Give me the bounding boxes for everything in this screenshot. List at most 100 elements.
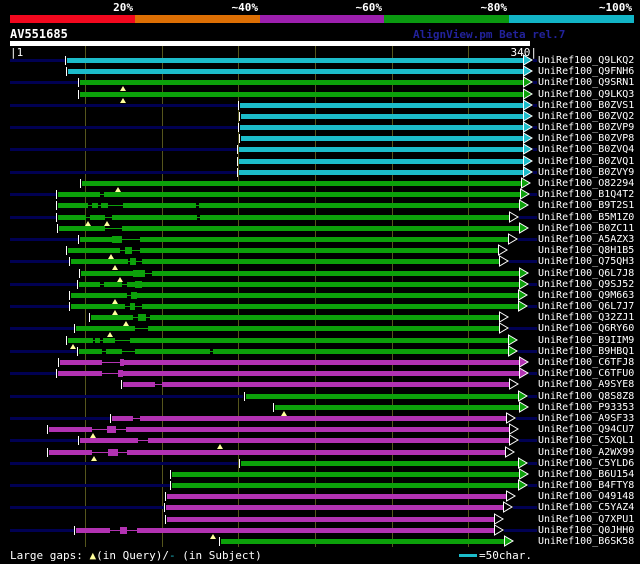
hit-label[interactable]: UniRef100_P93353 bbox=[538, 402, 634, 413]
alignment-bar-segment[interactable] bbox=[130, 338, 508, 343]
hit-label[interactable]: UniRef100_B0ZVS1 bbox=[538, 100, 634, 111]
alignment-bar-segment[interactable] bbox=[213, 349, 508, 354]
hit-label[interactable]: UniRef100_Q0JHH0 bbox=[538, 525, 634, 536]
alignment-bar-segment[interactable] bbox=[142, 282, 519, 287]
alignment-bar-segment[interactable] bbox=[49, 450, 92, 455]
alignment-bar-segment[interactable] bbox=[102, 362, 120, 363]
alignment-bar-segment[interactable] bbox=[90, 215, 105, 220]
hit-label[interactable]: UniRef100_Q9FNH6 bbox=[538, 66, 634, 77]
alignment-bar-segment[interactable] bbox=[112, 416, 133, 421]
hit-label[interactable]: UniRef100_O82294 bbox=[538, 178, 634, 189]
alignment-bar-segment[interactable] bbox=[246, 394, 518, 399]
alignment-bar-segment[interactable] bbox=[239, 147, 523, 152]
hit-label[interactable]: UniRef100_Q7XPU1 bbox=[538, 514, 634, 525]
alignment-bar-segment[interactable] bbox=[103, 338, 115, 343]
alignment-bar-segment[interactable] bbox=[166, 505, 503, 510]
hit-label[interactable]: UniRef100_B9IIM9 bbox=[538, 335, 634, 346]
alignment-bar-segment[interactable] bbox=[49, 427, 92, 432]
alignment-bar-segment[interactable] bbox=[110, 530, 120, 531]
alignment-bar-segment[interactable] bbox=[127, 282, 135, 287]
hit-label[interactable]: UniRef100_Q94CU7 bbox=[538, 424, 634, 435]
alignment-bar-segment[interactable] bbox=[138, 440, 148, 441]
alignment-bar-segment[interactable] bbox=[81, 271, 133, 276]
alignment-bar-segment[interactable] bbox=[107, 426, 116, 433]
hit-label[interactable]: UniRef100_B0ZVQ4 bbox=[538, 144, 634, 155]
hit-label[interactable]: UniRef100_B0ZVP9 bbox=[538, 122, 634, 133]
alignment-bar-segment[interactable] bbox=[137, 293, 518, 298]
alignment-bar-segment[interactable] bbox=[123, 382, 155, 387]
alignment-bar-segment[interactable] bbox=[239, 159, 523, 164]
alignment-bar-segment[interactable] bbox=[172, 483, 518, 488]
hit-label[interactable]: UniRef100_A2WX99 bbox=[538, 447, 634, 458]
alignment-bar-segment[interactable] bbox=[58, 371, 102, 376]
hit-label[interactable]: UniRef100_B9HBQ1 bbox=[538, 346, 634, 357]
hit-label[interactable]: UniRef100_Q32ZJ1 bbox=[538, 312, 634, 323]
alignment-bar-segment[interactable] bbox=[241, 136, 523, 141]
hit-label[interactable]: UniRef100_Q9LKQ2 bbox=[538, 55, 634, 66]
hit-label[interactable]: UniRef100_B6U154 bbox=[538, 469, 634, 480]
alignment-bar-segment[interactable] bbox=[240, 125, 523, 130]
alignment-bar-segment[interactable] bbox=[58, 215, 86, 220]
alignment-bar-segment[interactable] bbox=[135, 281, 142, 288]
hit-label[interactable]: UniRef100_B0ZVP8 bbox=[538, 133, 634, 144]
hit-label[interactable]: UniRef100_B0ZVQ2 bbox=[538, 111, 634, 122]
alignment-bar-segment[interactable] bbox=[120, 527, 127, 534]
hit-label[interactable]: UniRef100_Q9SJ52 bbox=[538, 279, 634, 290]
alignment-bar-segment[interactable] bbox=[127, 450, 505, 455]
alignment-bar-segment[interactable] bbox=[108, 205, 123, 206]
alignment-bar-segment[interactable] bbox=[145, 273, 152, 274]
alignment-bar-segment[interactable] bbox=[140, 416, 506, 421]
alignment-bar-segment[interactable] bbox=[105, 217, 112, 218]
alignment-bar-segment[interactable] bbox=[148, 326, 499, 331]
alignment-bar-segment[interactable] bbox=[155, 384, 162, 385]
alignment-bar-segment[interactable] bbox=[80, 92, 523, 97]
hit-label[interactable]: UniRef100_Q9SRN1 bbox=[538, 77, 634, 88]
hit-label[interactable]: UniRef100_B5M1Z0 bbox=[538, 212, 634, 223]
alignment-bar-segment[interactable] bbox=[140, 248, 498, 253]
hit-label[interactable]: UniRef100_B1Q4T2 bbox=[538, 189, 634, 200]
alignment-bar-segment[interactable] bbox=[60, 360, 102, 365]
alignment-bar-segment[interactable] bbox=[127, 530, 137, 531]
alignment-bar-segment[interactable] bbox=[148, 438, 509, 443]
hit-label[interactable]: UniRef100_B0ZVY9 bbox=[538, 167, 634, 178]
hit-label[interactable]: UniRef100_C5YAZ4 bbox=[538, 502, 634, 513]
alignment-bar-segment[interactable] bbox=[102, 373, 118, 374]
alignment-bar-segment[interactable] bbox=[112, 215, 197, 220]
hit-label[interactable]: UniRef100_A5AZX3 bbox=[538, 234, 634, 245]
alignment-bar-segment[interactable] bbox=[80, 237, 112, 242]
hit-label[interactable]: UniRef100_C6TFU0 bbox=[538, 368, 634, 379]
alignment-bar-segment[interactable] bbox=[79, 282, 100, 287]
hit-label[interactable]: UniRef100_Q6L7J7 bbox=[538, 301, 634, 312]
alignment-bar-segment[interactable] bbox=[123, 371, 519, 376]
alignment-bar-segment[interactable] bbox=[92, 452, 108, 453]
alignment-bar-segment[interactable] bbox=[142, 304, 518, 309]
alignment-bar-segment[interactable] bbox=[126, 427, 509, 432]
alignment-bar-segment[interactable] bbox=[116, 429, 126, 430]
alignment-bar-segment[interactable] bbox=[133, 418, 140, 419]
alignment-bar-segment[interactable] bbox=[112, 236, 122, 243]
alignment-bar-segment[interactable] bbox=[133, 270, 145, 277]
hit-label[interactable]: UniRef100_Q9M663 bbox=[538, 290, 634, 301]
alignment-bar-segment[interactable] bbox=[118, 452, 127, 453]
alignment-bar-segment[interactable] bbox=[76, 326, 135, 331]
alignment-bar-segment[interactable] bbox=[140, 237, 508, 242]
alignment-bar-segment[interactable] bbox=[239, 170, 523, 175]
alignment-bar-segment[interactable] bbox=[137, 528, 494, 533]
hit-label[interactable]: UniRef100_Q75QH3 bbox=[538, 256, 634, 267]
hit-label[interactable]: UniRef100_A9SF33 bbox=[538, 413, 634, 424]
hit-label[interactable]: UniRef100_Q8S8Z8 bbox=[538, 391, 634, 402]
alignment-bar-segment[interactable] bbox=[199, 203, 519, 208]
alignment-bar-segment[interactable] bbox=[123, 203, 196, 208]
alignment-bar-segment[interactable] bbox=[82, 181, 521, 186]
alignment-bar-segment[interactable] bbox=[240, 103, 523, 108]
alignment-bar-segment[interactable] bbox=[58, 192, 100, 197]
alignment-bar-segment[interactable] bbox=[92, 429, 107, 430]
alignment-bar-segment[interactable] bbox=[200, 215, 509, 220]
alignment-bar-segment[interactable] bbox=[71, 259, 128, 264]
alignment-bar-segment[interactable] bbox=[71, 304, 125, 309]
alignment-bar-segment[interactable] bbox=[67, 58, 523, 63]
alignment-bar-segment[interactable] bbox=[101, 203, 108, 208]
alignment-bar-segment[interactable] bbox=[221, 539, 504, 544]
alignment-bar-segment[interactable] bbox=[167, 517, 494, 522]
hit-label[interactable]: UniRef100_C5XQL1 bbox=[538, 435, 634, 446]
